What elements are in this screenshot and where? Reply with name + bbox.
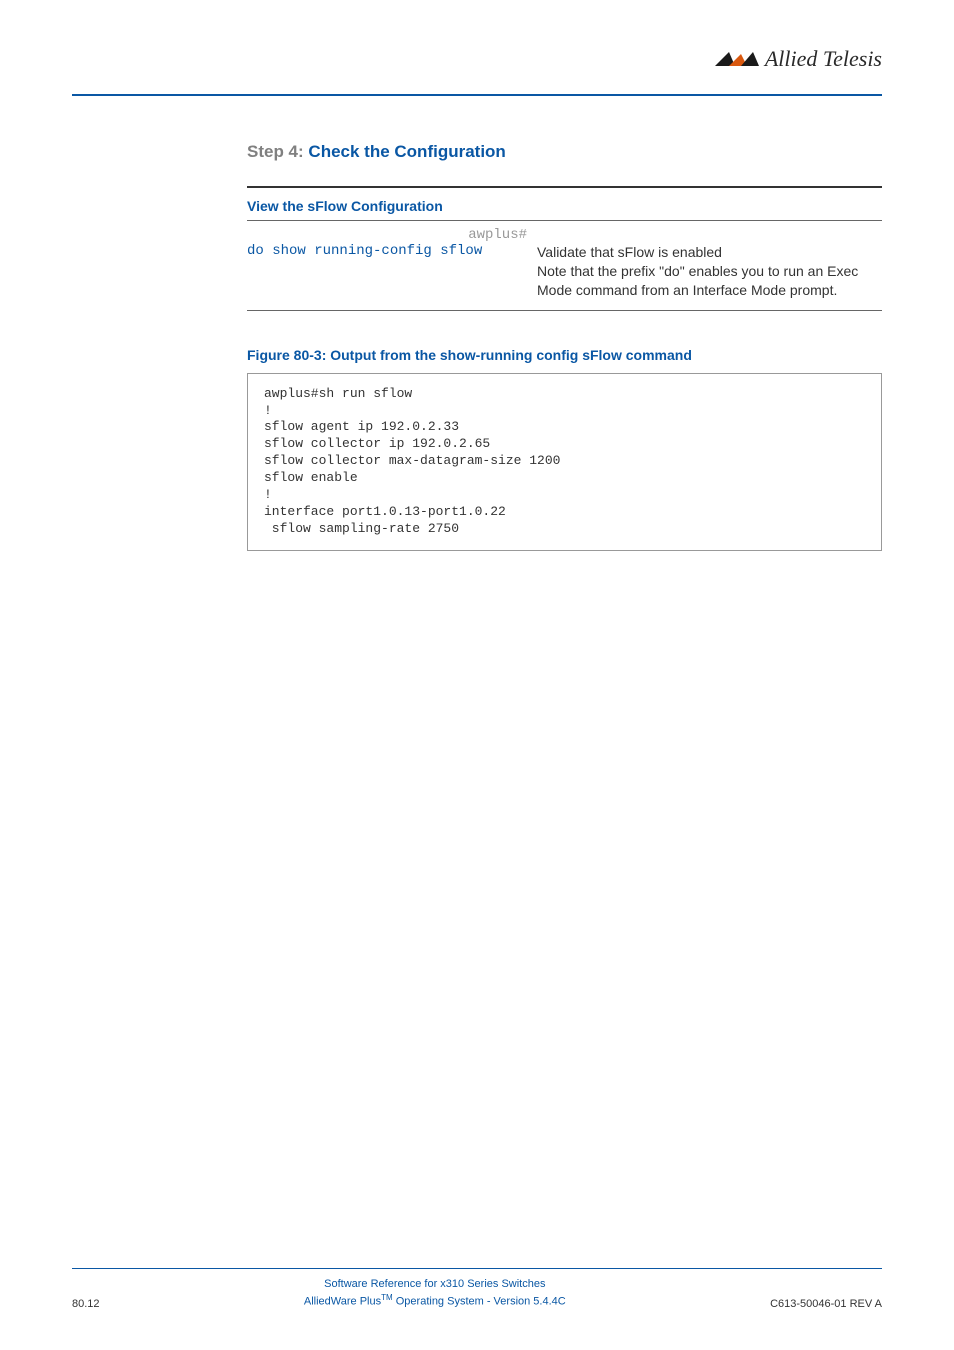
- footer-line1: Software Reference for x310 Series Switc…: [100, 1277, 771, 1292]
- step-title: Check the Configuration: [308, 142, 505, 161]
- brand-logo: Allied Telesis: [715, 46, 882, 72]
- header-rule: [72, 94, 882, 96]
- footer-line2: AlliedWare PlusTM Operating System - Ver…: [100, 1292, 771, 1310]
- section-rule-mid: [247, 220, 882, 221]
- footer-page-number: 80.12: [72, 1298, 100, 1310]
- footer-rule: [72, 1268, 882, 1269]
- logo-mark-icon: [715, 48, 759, 70]
- logo-text: Allied Telesis: [765, 46, 882, 72]
- desc-line1: Validate that sFlow is enabled: [537, 244, 722, 260]
- section-rule-top: [247, 186, 882, 188]
- code-output-box: awplus#sh run sflow ! sflow agent ip 192…: [247, 373, 882, 551]
- page-footer: 80.12 Software Reference for x310 Series…: [72, 1268, 882, 1310]
- desc-rest: Note that the prefix "do" enables you to…: [537, 263, 858, 298]
- section-rule-bottom: [247, 310, 882, 311]
- section-heading: View the sFlow Configuration: [247, 198, 882, 214]
- footer-rev: C613-50046-01 REV A: [770, 1298, 882, 1310]
- cli-prompt: awplus#: [247, 227, 527, 243]
- step-heading: Step 4: Check the Configuration: [247, 142, 882, 162]
- step-prefix: Step 4:: [247, 142, 304, 161]
- cli-command: do show running-config sflow: [247, 243, 527, 259]
- figure-caption: Figure 80-3: Output from the show-runnin…: [247, 347, 882, 363]
- command-description: Validate that sFlow is enabled Note that…: [527, 243, 882, 300]
